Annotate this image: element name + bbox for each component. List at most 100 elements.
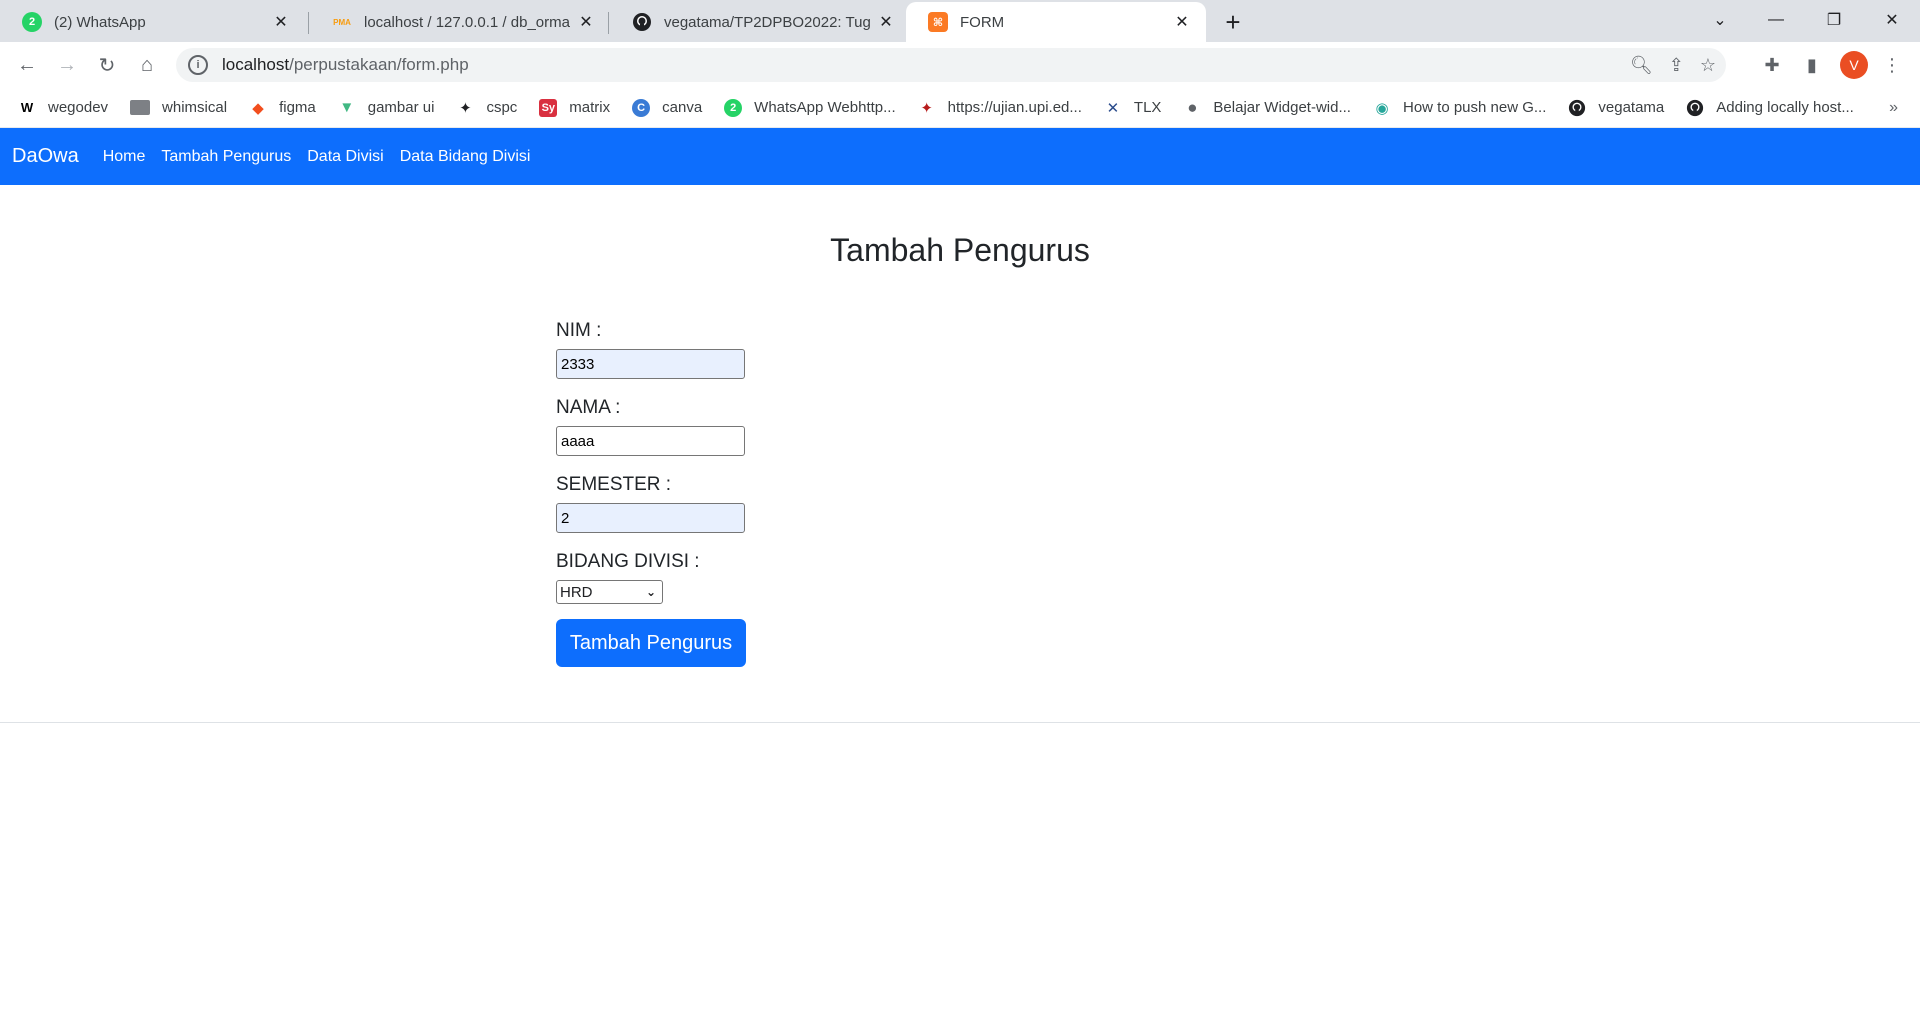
bookmark-label: cspc <box>486 99 518 116</box>
wegodev-icon: W <box>20 100 34 115</box>
back-icon[interactable]: ← <box>10 48 44 82</box>
bookmark-how-to-push[interactable]: ◉ How to push new G... <box>1373 99 1546 117</box>
bookmark-matrix[interactable]: Sy matrix <box>539 98 611 117</box>
tlx-icon: ✕ <box>1106 99 1120 117</box>
bookmark-adding-locally[interactable]: Adding locally host... <box>1686 99 1854 117</box>
share-icon[interactable]: ⇪ <box>1669 55 1684 76</box>
nama-input[interactable] <box>556 426 745 456</box>
globe-icon: ● <box>1187 97 1198 117</box>
star-icon[interactable]: ☆ <box>1700 55 1716 76</box>
tab-form[interactable]: ⌘ FORM ✕ <box>906 2 1206 42</box>
symbolab-icon: Sy <box>539 98 558 117</box>
bookmark-tlx[interactable]: ✕ TLX <box>1104 99 1162 117</box>
nav-link-data-bidang-divisi[interactable]: Data Bidang Divisi <box>400 148 531 166</box>
page-title: Tambah Pengurus <box>830 232 1090 268</box>
page-content: DaOwa Home Tambah Pengurus Data Divisi D… <box>0 128 1920 1020</box>
nav-link-data-divisi[interactable]: Data Divisi <box>307 148 383 166</box>
tambah-pengurus-form: NIM : NAMA : SEMESTER : BIDANG DIVISI : … <box>556 320 856 667</box>
navbar-brand[interactable]: DaOwa <box>12 145 79 168</box>
bookmark-label: whimsical <box>162 99 228 116</box>
folder-icon <box>130 100 151 115</box>
nim-label: NIM : <box>556 320 602 341</box>
bookmarks-bar: Wwegodev whimsical ◆ figma ▼ gambar ui ✦ cs… <box>0 88 1920 128</box>
bookmark-label: Belajar Widget-wid... <box>1213 99 1351 116</box>
cspc-icon: ✦ <box>459 99 472 117</box>
github-icon <box>1568 99 1586 117</box>
close-icon[interactable]: ✕ <box>1172 12 1192 32</box>
bookmark-label: Adding locally host... <box>1716 99 1854 116</box>
browser-chrome: 2 (2) WhatsApp ✕ PMA localhost / 127.0.0… <box>0 0 1920 128</box>
bookmark-cspc[interactable]: ✦ cspc <box>456 99 517 117</box>
bookmark-label: How to push new G... <box>1402 99 1547 116</box>
bookmark-belajar-widget[interactable]: ● Belajar Widget-wid... <box>1183 97 1351 117</box>
restore-icon[interactable]: ❐ <box>1806 0 1862 40</box>
github-icon <box>1686 99 1704 117</box>
close-icon[interactable]: ✕ <box>876 12 896 32</box>
tab-separator <box>308 12 309 34</box>
site-info-icon[interactable]: i <box>188 55 208 75</box>
semester-input[interactable] <box>556 503 745 533</box>
home-icon[interactable]: ⌂ <box>130 48 164 82</box>
forward-icon[interactable]: → <box>50 48 84 82</box>
menu-kebab-icon[interactable]: ⋮ <box>1875 48 1909 82</box>
bookmark-label: https://ujian.upi.ed... <box>947 99 1082 116</box>
vue-icon: ▼ <box>339 99 355 116</box>
bookmark-ujian-upi[interactable]: ✦ https://ujian.upi.ed... <box>918 99 1082 117</box>
canva-icon: C <box>632 98 651 117</box>
bookmark-gambar-ui[interactable]: ▼ gambar ui <box>338 99 435 117</box>
address-bar[interactable]: i localhost/perpustakaan/form.php 🔍︎ ⇪ ☆ <box>176 48 1726 82</box>
bidang-divisi-selected: HRD <box>560 583 593 601</box>
tab-phpmyadmin[interactable]: PMA localhost / 127.0.0.1 / db_ormawa ✕ <box>310 2 610 42</box>
close-icon[interactable]: ✕ <box>576 12 596 32</box>
nav-link-home[interactable]: Home <box>103 148 146 166</box>
bookmark-whimsical[interactable]: whimsical <box>130 99 227 116</box>
url-text: localhost/perpustakaan/form.php <box>222 55 469 75</box>
tambah-pengurus-button[interactable]: Tambah Pengurus <box>556 619 746 667</box>
figma-icon: ◆ <box>252 99 264 117</box>
phpmyadmin-icon: PMA <box>333 17 351 27</box>
whatsapp-icon: 2 <box>724 98 743 117</box>
semester-label: SEMESTER : <box>556 474 672 495</box>
tab-title: FORM <box>960 13 1005 31</box>
tab-strip: 2 (2) WhatsApp ✕ PMA localhost / 127.0.0… <box>0 0 1920 42</box>
url-path: /perpustakaan/form.php <box>289 55 469 74</box>
tab-whatsapp[interactable]: 2 (2) WhatsApp ✕ <box>0 2 305 42</box>
new-tab-button[interactable]: + <box>1216 5 1250 39</box>
reload-icon[interactable]: ↻ <box>90 48 124 82</box>
tab-title: localhost / 127.0.0.1 / db_ormawa <box>364 13 570 31</box>
close-icon[interactable]: ✕ <box>271 12 291 32</box>
bookmark-canva[interactable]: Ccanva <box>632 98 702 117</box>
bookmark-figma[interactable]: ◆ figma <box>249 99 315 117</box>
minimize-icon[interactable]: — <box>1748 0 1804 40</box>
tab-github[interactable]: vegatama/TP2DPBO2022: Tugas ✕ <box>610 2 910 42</box>
bookmark-label: TLX <box>1133 99 1162 116</box>
nav-link-tambah-pengurus[interactable]: Tambah Pengurus <box>161 148 291 166</box>
more-bookmarks-icon[interactable]: » <box>1889 88 1898 128</box>
side-panel-icon[interactable]: ▮ <box>1795 48 1829 82</box>
upi-icon: ✦ <box>920 99 933 117</box>
eye-icon: ◉ <box>1375 99 1389 117</box>
bookmark-label: matrix <box>569 99 611 116</box>
bookmark-label: vegatama <box>1598 99 1665 116</box>
tab-title: (2) WhatsApp <box>54 13 146 31</box>
chevron-down-icon: ⌄ <box>645 585 656 599</box>
bookmark-whatsapp-web[interactable]: 2 WhatsApp Webhttp... <box>724 98 896 117</box>
site-navbar: DaOwa Home Tambah Pengurus Data Divisi D… <box>0 128 1920 185</box>
nim-input[interactable] <box>556 349 745 379</box>
xampp-icon: ⌘ <box>928 12 948 32</box>
profile-avatar[interactable]: V <box>1840 51 1868 79</box>
github-icon <box>632 12 652 32</box>
bookmark-vegatama[interactable]: vegatama <box>1568 99 1664 117</box>
tab-separator <box>608 12 609 34</box>
url-host: localhost <box>222 55 290 74</box>
extensions-icon[interactable]: ✚ <box>1755 48 1789 82</box>
bookmark-label: gambar ui <box>367 99 435 116</box>
tab-title: vegatama/TP2DPBO2022: Tugas <box>664 13 870 31</box>
bookmark-wegodev[interactable]: Wwegodev <box>18 99 108 117</box>
browser-toolbar: ← → ↻ ⌂ i localhost/perpustakaan/form.ph… <box>0 42 1920 88</box>
bidang-divisi-select[interactable]: HRD ⌄ <box>556 580 663 604</box>
zoom-icon[interactable]: 🔍︎ <box>1630 55 1653 76</box>
window-close-icon[interactable]: ✕ <box>1864 0 1920 40</box>
bookmark-label: wegodev <box>48 99 109 116</box>
tab-search-icon[interactable]: ⌄ <box>1692 0 1748 40</box>
